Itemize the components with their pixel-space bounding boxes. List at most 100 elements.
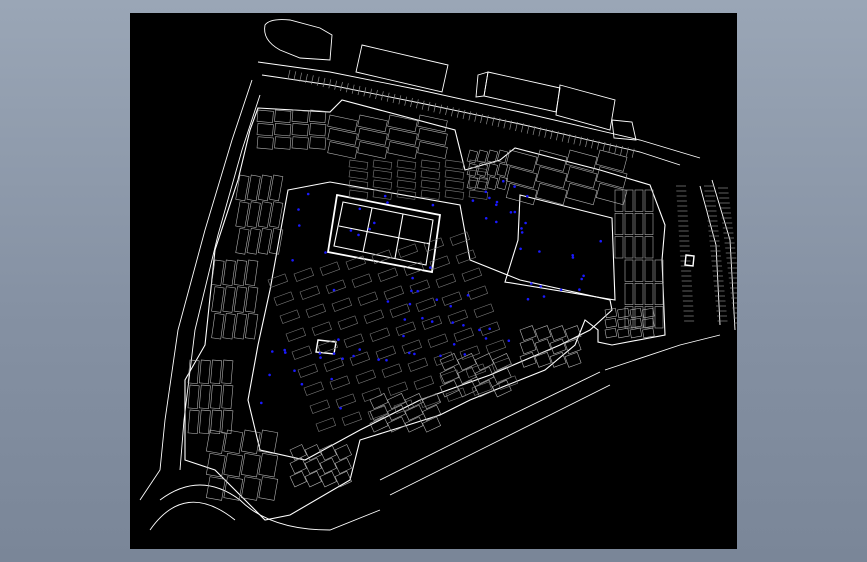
parking-row bbox=[420, 179, 441, 190]
parking-row bbox=[413, 375, 435, 390]
building-unit bbox=[644, 259, 654, 282]
parking-row bbox=[372, 179, 393, 190]
building-unit bbox=[304, 457, 322, 475]
parking-stall bbox=[439, 104, 443, 114]
parking-row bbox=[369, 327, 391, 342]
building-unit bbox=[187, 384, 200, 410]
blue-marker bbox=[484, 217, 488, 220]
blue-marker bbox=[435, 298, 439, 302]
parking-row bbox=[444, 159, 465, 170]
parking-row bbox=[348, 169, 369, 180]
parking-row bbox=[381, 363, 403, 378]
parking-row bbox=[323, 357, 345, 372]
parking-stall bbox=[415, 99, 419, 109]
parking-row bbox=[401, 339, 423, 354]
parking-stall bbox=[433, 103, 437, 113]
parking-row bbox=[279, 309, 301, 324]
building-unit bbox=[486, 162, 499, 177]
building-unit bbox=[634, 259, 644, 282]
building-unit bbox=[534, 325, 552, 342]
blue-marker bbox=[571, 254, 574, 257]
building-unit bbox=[387, 114, 418, 133]
building-unit bbox=[617, 317, 630, 329]
parking-row bbox=[427, 333, 449, 348]
building-unit bbox=[357, 127, 388, 146]
road-east-outer bbox=[711, 179, 736, 331]
building-unit bbox=[549, 325, 567, 342]
building-unit bbox=[327, 127, 358, 146]
parking-row bbox=[273, 291, 295, 306]
parking-row bbox=[319, 261, 341, 276]
building-unit bbox=[210, 384, 223, 410]
parking-row bbox=[396, 179, 417, 190]
building-unit bbox=[642, 327, 655, 339]
parking-row bbox=[329, 375, 351, 390]
building-unit bbox=[291, 109, 309, 123]
parking-row bbox=[435, 273, 457, 288]
blue-marker bbox=[358, 348, 362, 351]
building-unit bbox=[256, 109, 274, 123]
road-south-2 bbox=[379, 371, 601, 481]
blue-marker bbox=[330, 377, 334, 381]
blue-markers bbox=[260, 179, 602, 410]
courtyard-parking-rows bbox=[267, 159, 519, 432]
building-unit bbox=[642, 317, 655, 329]
building-unit bbox=[634, 213, 644, 235]
parking-stall bbox=[316, 76, 320, 86]
parking-row bbox=[293, 267, 315, 282]
blue-marker bbox=[318, 352, 322, 355]
central-block-div-v1 bbox=[362, 207, 373, 253]
building-unit bbox=[256, 136, 274, 150]
building-unit bbox=[614, 189, 624, 212]
blue-marker bbox=[539, 285, 542, 288]
blue-marker bbox=[332, 352, 336, 355]
parking-row bbox=[396, 169, 417, 180]
parking-row bbox=[303, 381, 325, 396]
parking-row bbox=[348, 159, 369, 170]
blue-marker bbox=[513, 210, 517, 214]
blue-marker bbox=[462, 324, 465, 327]
building-unit bbox=[492, 353, 512, 371]
cad-drawing-canvas[interactable] bbox=[130, 13, 737, 549]
blue-marker bbox=[357, 233, 360, 237]
building-unit bbox=[222, 286, 236, 313]
blue-marker bbox=[293, 369, 296, 373]
parking-stall bbox=[328, 79, 332, 89]
parking-row bbox=[357, 291, 379, 306]
blue-marker bbox=[542, 295, 546, 298]
blue-marker bbox=[526, 194, 529, 198]
parking-row bbox=[297, 363, 319, 378]
blue-marker bbox=[341, 357, 344, 361]
blue-marker bbox=[439, 354, 442, 358]
building-unit bbox=[634, 189, 644, 212]
parking-row bbox=[372, 169, 393, 180]
parking-stall bbox=[340, 81, 343, 92]
building-unit bbox=[198, 409, 211, 435]
building-unit bbox=[274, 109, 292, 123]
parking-row bbox=[285, 327, 307, 342]
parking-row bbox=[444, 169, 465, 180]
building-unit bbox=[387, 416, 407, 433]
blue-marker bbox=[502, 179, 505, 183]
building-unit bbox=[240, 429, 261, 455]
building-unit bbox=[496, 149, 509, 164]
building-unit bbox=[289, 470, 307, 488]
blue-marker bbox=[449, 304, 453, 308]
road-north-outer bbox=[257, 61, 701, 159]
blue-marker bbox=[495, 200, 499, 204]
building-unit bbox=[404, 416, 424, 433]
building-unit bbox=[614, 213, 624, 235]
blue-marker bbox=[358, 207, 362, 211]
viewer-background bbox=[0, 0, 867, 562]
building-unit bbox=[629, 317, 643, 329]
building-unit bbox=[634, 283, 644, 305]
building-unit bbox=[505, 182, 538, 206]
blue-marker bbox=[429, 266, 432, 269]
building-unit bbox=[439, 353, 460, 371]
blue-marker bbox=[431, 203, 435, 207]
building-unit bbox=[604, 307, 618, 319]
building-unit bbox=[535, 182, 568, 206]
blue-marker bbox=[408, 351, 411, 355]
parking-row bbox=[420, 169, 441, 180]
parking-row bbox=[420, 159, 441, 170]
